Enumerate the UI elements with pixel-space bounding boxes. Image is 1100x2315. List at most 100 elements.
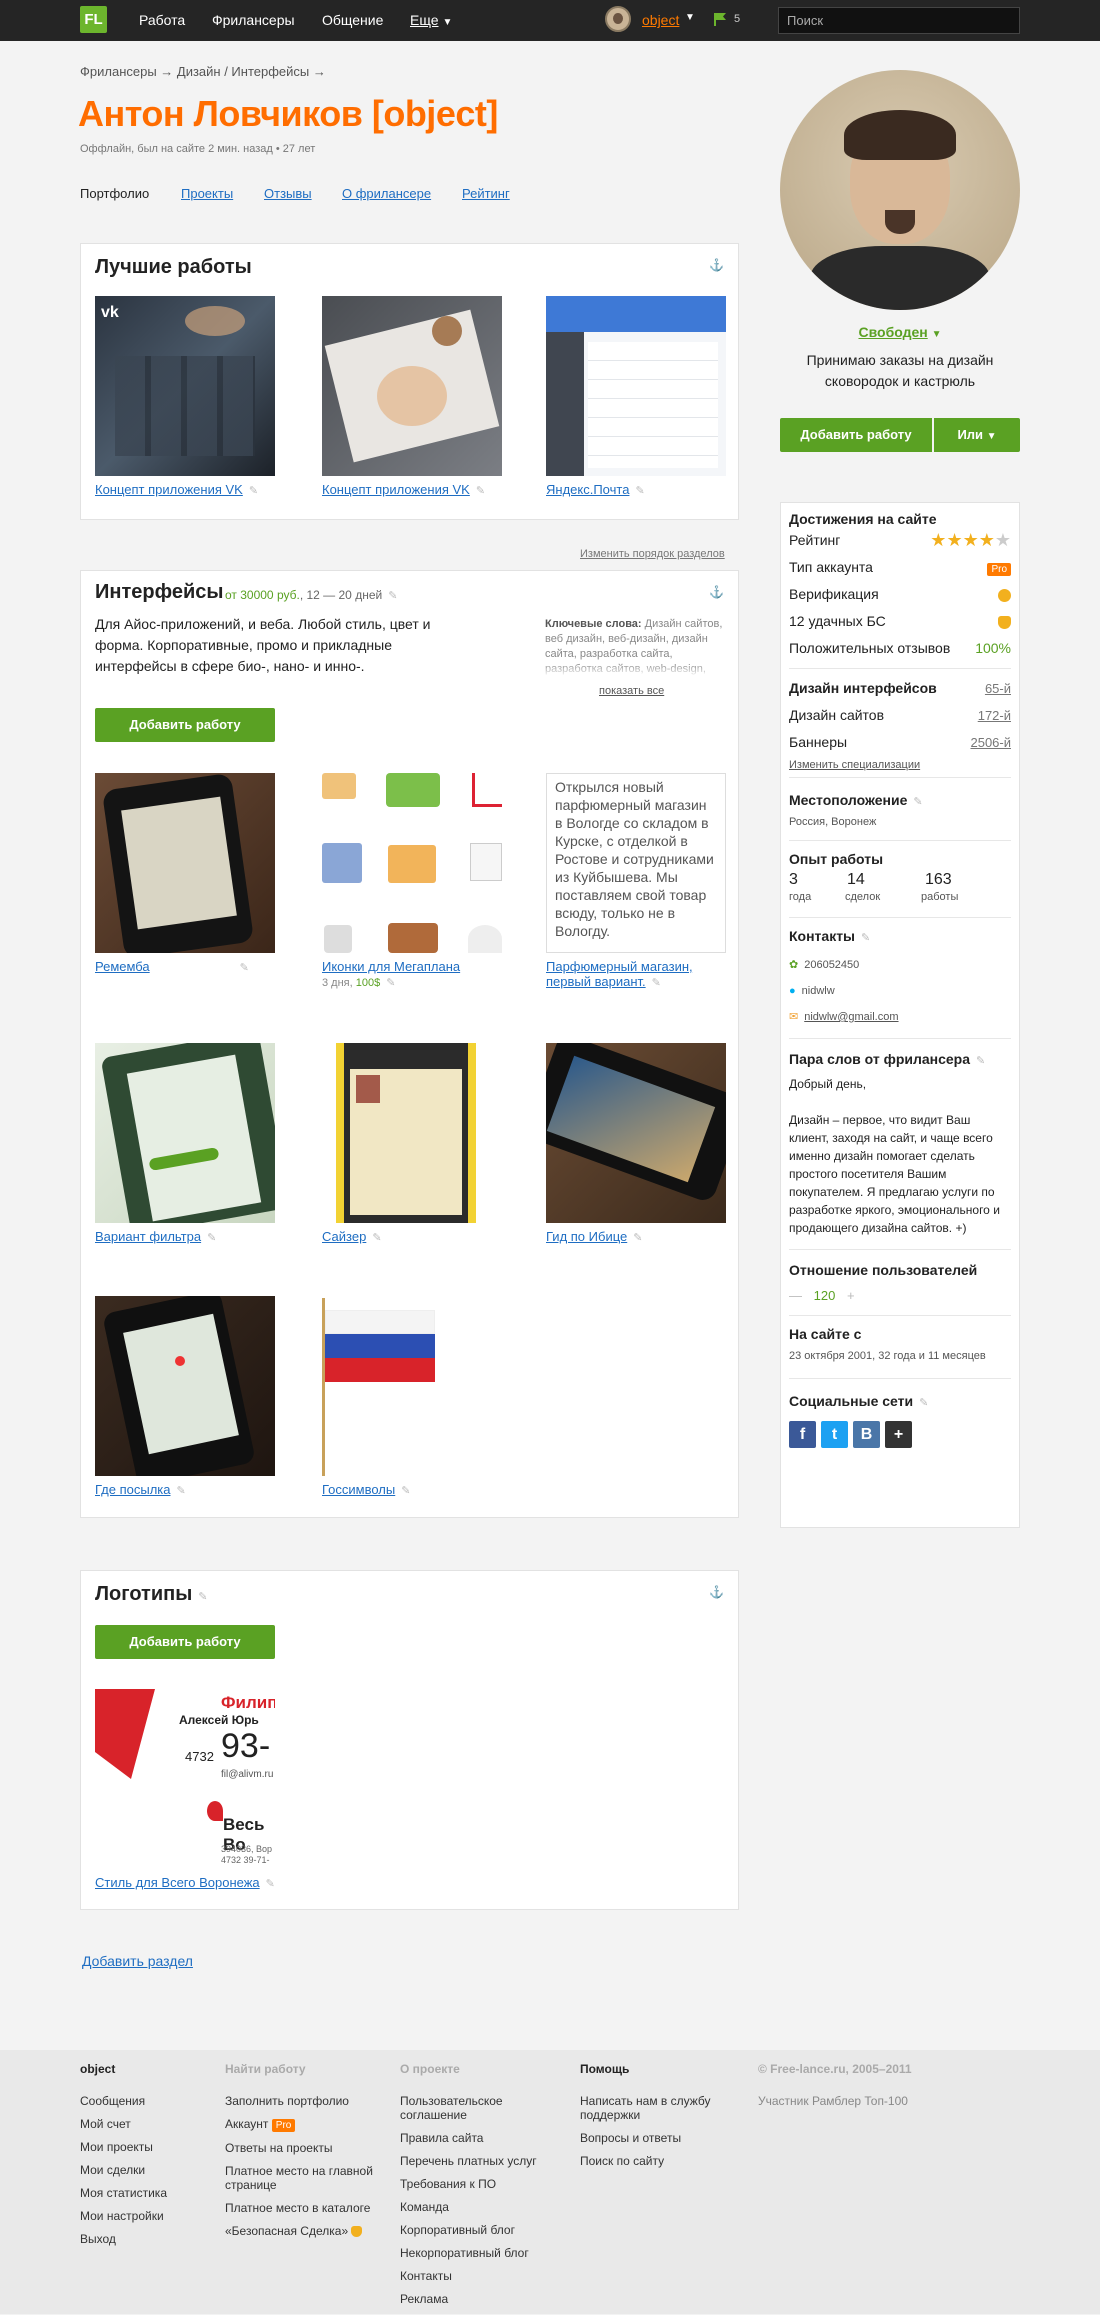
work-thumbnail[interactable] xyxy=(95,773,275,953)
facebook-icon[interactable]: f xyxy=(789,1421,816,1448)
footer-link[interactable]: Мой счет xyxy=(80,2117,131,2131)
portfolio-item[interactable]: vk Концепт приложения VK ✎ xyxy=(95,296,275,497)
footer-link[interactable]: Мои настройки xyxy=(80,2209,164,2223)
tab-portfolio[interactable]: Портфолио xyxy=(80,186,149,201)
footer-link[interactable]: Корпоративный блог xyxy=(400,2223,515,2237)
work-thumbnail[interactable] xyxy=(546,296,726,476)
work-thumbnail[interactable] xyxy=(322,296,502,476)
add-work-button[interactable]: Добавить работу xyxy=(95,708,275,742)
anchor-icon[interactable]: ⚓ xyxy=(709,258,724,272)
rambler-member[interactable]: Участник Рамблер Топ-100 xyxy=(758,2094,1018,2108)
portfolio-item[interactable]: Яндекс.Почта ✎ xyxy=(546,296,726,497)
flag-icon[interactable] xyxy=(712,11,728,27)
work-title[interactable]: Концепт приложения VK ✎ xyxy=(322,482,502,497)
edit-pencil-icon[interactable]: ✎ xyxy=(652,976,662,989)
footer-link[interactable]: Вопросы и ответы xyxy=(580,2131,681,2145)
work-thumbnail[interactable] xyxy=(546,1043,726,1223)
work-title[interactable]: Сайзер ✎ xyxy=(322,1229,502,1244)
breadcrumb[interactable]: Фрилансеры → Дизайн / Интерфейсы → xyxy=(80,64,326,79)
footer-link[interactable]: Мои проекты xyxy=(80,2140,153,2154)
anchor-icon[interactable]: ⚓ xyxy=(709,585,724,599)
vk-icon[interactable]: В xyxy=(853,1421,880,1448)
edit-pencil-icon[interactable]: ✎ xyxy=(372,1231,382,1244)
nav-more[interactable]: Еще ▼ xyxy=(410,12,452,28)
edit-pencil-icon[interactable]: ✎ xyxy=(198,1590,208,1603)
portfolio-item[interactable]: Филипп Алексей Юрь 4732 93- fil@alivm.ru… xyxy=(95,1689,275,1890)
reorder-sections-link[interactable]: Изменить порядок разделов xyxy=(580,548,725,560)
footer-link[interactable]: Требования к ПО xyxy=(400,2177,496,2191)
site-logo[interactable]: FL xyxy=(80,6,107,33)
edit-pencil-icon[interactable]: ✎ xyxy=(207,1231,217,1244)
work-thumbnail[interactable]: vk xyxy=(95,296,275,476)
work-title[interactable]: Парфюмерный магазин, первый вариант. ✎ xyxy=(546,959,726,989)
change-specializations-link[interactable]: Изменить специализации xyxy=(789,759,1011,771)
twitter-icon[interactable]: t xyxy=(821,1421,848,1448)
footer-link[interactable]: Поиск по сайту xyxy=(580,2154,664,2168)
tab-reviews[interactable]: Отзывы xyxy=(264,186,312,201)
footer-link[interactable]: Сообщения xyxy=(80,2094,145,2108)
user-menu-link[interactable]: object xyxy=(642,12,679,28)
footer-link[interactable]: Реклама xyxy=(400,2292,448,2306)
work-thumbnail[interactable] xyxy=(95,1043,275,1223)
portfolio-item[interactable]: Открылся новый парфюмерный магазин в Вол… xyxy=(546,773,726,989)
add-section-link[interactable]: Добавить раздел xyxy=(82,1953,193,1969)
work-title[interactable]: Концепт приложения VK ✎ xyxy=(95,482,275,497)
work-title[interactable]: Ремемба ✎ xyxy=(95,959,275,974)
portfolio-item[interactable]: Сайзер ✎ xyxy=(322,1043,502,1244)
user-avatar[interactable] xyxy=(605,6,631,32)
edit-pencil-icon[interactable]: ✎ xyxy=(240,961,250,974)
work-title[interactable]: Стиль для Всего Воронежа ✎ xyxy=(95,1875,275,1890)
edit-pencil-icon[interactable]: ✎ xyxy=(388,589,398,602)
tab-projects[interactable]: Проекты xyxy=(181,186,233,201)
work-title[interactable]: Госсимволы ✎ xyxy=(322,1482,502,1497)
footer-link[interactable]: Мои сделки xyxy=(80,2163,145,2177)
work-title[interactable]: Вариант фильтра ✎ xyxy=(95,1229,275,1244)
chevron-down-icon[interactable]: ▼ xyxy=(685,12,695,23)
portfolio-item[interactable]: Госсимволы ✎ xyxy=(322,1296,502,1497)
footer-link[interactable]: Заполнить портфолио xyxy=(225,2094,349,2108)
footer-link[interactable]: «Безопасная Сделка» xyxy=(225,2224,348,2238)
portfolio-item[interactable]: Гид по Ибице ✎ xyxy=(546,1043,726,1244)
footer-link[interactable]: Пользовательское соглашение xyxy=(400,2094,503,2122)
work-title[interactable]: Гид по Ибице ✎ xyxy=(546,1229,726,1244)
show-all-keywords-link[interactable]: показать все xyxy=(599,685,664,697)
edit-pencil-icon[interactable]: ✎ xyxy=(919,1396,929,1409)
work-thumbnail[interactable] xyxy=(322,773,502,953)
email-address[interactable]: nidwlw@gmail.com xyxy=(804,1011,898,1023)
footer-link[interactable]: Аккаунт xyxy=(225,2117,268,2131)
footer-link[interactable]: Команда xyxy=(400,2200,449,2214)
footer-link[interactable]: Моя статистика xyxy=(80,2186,167,2200)
portfolio-item[interactable]: Концепт приложения VK ✎ xyxy=(322,296,502,497)
work-title[interactable]: Яндекс.Почта ✎ xyxy=(546,482,726,497)
spec-rank[interactable]: 172-й xyxy=(978,702,1011,729)
edit-pencil-icon[interactable]: ✎ xyxy=(913,795,923,808)
footer-link[interactable]: Контакты xyxy=(400,2269,452,2283)
attitude-plus-button[interactable]: + xyxy=(847,1288,855,1303)
spec-rank[interactable]: 65-й xyxy=(985,675,1011,702)
tab-rating[interactable]: Рейтинг xyxy=(462,186,510,201)
spec-rank[interactable]: 2506-й xyxy=(970,729,1011,756)
search-input[interactable] xyxy=(778,7,1020,34)
footer-link[interactable]: Платное место на главной странице xyxy=(225,2164,373,2192)
or-dropdown-button[interactable]: Или ▼ xyxy=(934,418,1020,452)
add-work-button[interactable]: Добавить работу xyxy=(95,1625,275,1659)
work-title[interactable]: Где посылка ✎ xyxy=(95,1482,275,1497)
nav-freelancers[interactable]: Фрилансеры xyxy=(212,12,295,28)
edit-pencil-icon[interactable]: ✎ xyxy=(249,484,259,497)
edit-pencil-icon[interactable]: ✎ xyxy=(635,484,645,497)
footer-link[interactable]: Правила сайта xyxy=(400,2131,483,2145)
add-work-button[interactable]: Добавить работу xyxy=(780,418,932,452)
footer-link[interactable]: Выход xyxy=(80,2232,116,2246)
work-thumbnail[interactable]: Филипп Алексей Юрь 4732 93- fil@alivm.ru… xyxy=(95,1689,275,1869)
work-thumbnail[interactable] xyxy=(95,1296,275,1476)
edit-pencil-icon[interactable]: ✎ xyxy=(386,976,396,989)
tab-about[interactable]: О фрилансере xyxy=(342,186,431,201)
work-thumbnail[interactable] xyxy=(322,1296,502,1476)
text-work-card[interactable]: Открылся новый парфюмерный магазин в Вол… xyxy=(546,773,726,953)
portfolio-item[interactable]: Где посылка ✎ xyxy=(95,1296,275,1497)
attitude-minus-button[interactable]: — xyxy=(789,1288,802,1303)
edit-pencil-icon[interactable]: ✎ xyxy=(266,1877,276,1890)
footer-link[interactable]: Платное место в каталоге xyxy=(225,2201,370,2215)
footer-link[interactable]: Некорпоративный блог xyxy=(400,2246,529,2260)
footer-link[interactable]: Перечень платных услуг xyxy=(400,2154,537,2168)
